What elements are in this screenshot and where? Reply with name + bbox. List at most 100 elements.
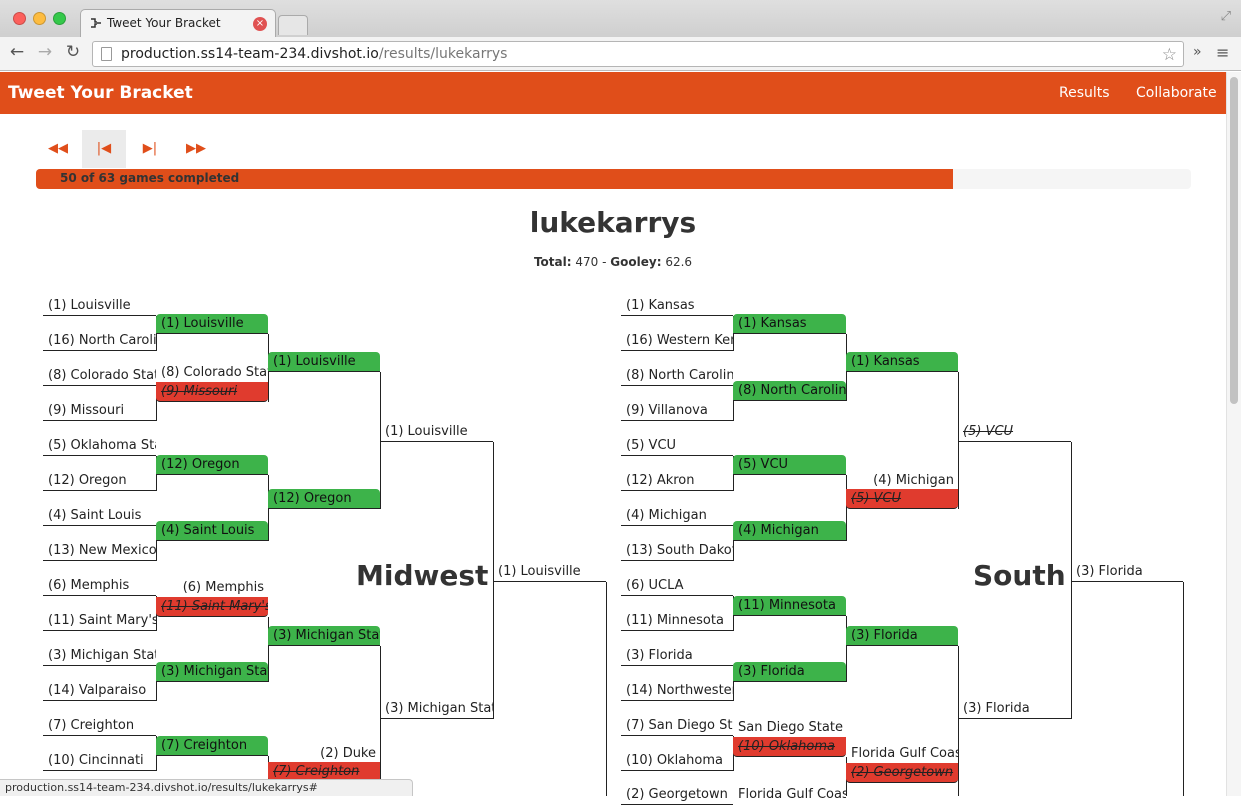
regional-champion[interactable]: (1) Louisville <box>493 562 606 582</box>
actual-winner: Florida Gulf Coast <box>851 746 958 761</box>
pick-correct[interactable]: (5) VCU <box>733 455 846 475</box>
new-tab-button[interactable] <box>278 15 308 35</box>
team-slot[interactable]: (14) Northwestern State <box>621 681 733 701</box>
pick-correct[interactable]: (1) Louisville <box>268 352 380 372</box>
team-slot[interactable]: (6) Memphis <box>43 576 156 596</box>
games-progress-bar: 50 of 63 games completed <box>36 169 1191 189</box>
team-slot[interactable]: (10) Oklahoma <box>621 751 733 771</box>
previous-game-button[interactable]: |◀ <box>82 130 126 168</box>
pick-correct[interactable]: (3) Florida <box>733 662 846 682</box>
fullscreen-icon[interactable]: ⤢ <box>1221 9 1231 24</box>
actual-winner: (6) Memphis <box>182 580 264 595</box>
team-slot[interactable]: (10) Cincinnati <box>43 751 156 771</box>
team-slot[interactable]: (4) Saint Louis <box>43 506 156 526</box>
team-slot[interactable]: (12) Akron <box>621 471 733 491</box>
browser-toolbar: ← → ↻ production.ss14-team-234.divshot.i… <box>0 37 1241 71</box>
team-slot[interactable]: (5) VCU <box>621 436 733 456</box>
pick-correct[interactable]: (3) Michigan State <box>156 662 268 682</box>
total-score: 470 <box>575 255 599 269</box>
team-slot[interactable]: (11) Saint Mary's <box>43 611 156 631</box>
page-scrollbar[interactable] <box>1226 72 1241 796</box>
eliminated-pick[interactable]: (5) VCU <box>958 422 1071 442</box>
team-slot[interactable]: (1) Kansas <box>621 296 733 316</box>
team-slot[interactable]: (1) Louisville <box>380 422 493 442</box>
team-slot[interactable]: (9) Missouri <box>43 401 156 421</box>
next-game-button[interactable]: ▶| <box>128 130 172 168</box>
pick-correct[interactable]: (3) Florida <box>846 626 958 646</box>
team-slot[interactable]: (3) Michigan State <box>380 699 493 719</box>
team-slot[interactable]: (3) Michigan State <box>43 646 156 666</box>
brand-link[interactable]: Tweet Your Bracket <box>8 83 193 103</box>
team-slot[interactable]: (8) Colorado State <box>43 366 156 386</box>
pick-wrong[interactable]: (10) Oklahoma <box>733 737 846 757</box>
regional-champion[interactable]: (3) Florida <box>1071 562 1183 582</box>
team-slot[interactable]: (4) Michigan <box>621 506 733 526</box>
pick-correct[interactable]: (7) Creighton <box>156 736 268 756</box>
actual-winner: (2) Duke <box>320 746 376 761</box>
page-icon <box>101 47 112 61</box>
team-slot[interactable]: (16) Western Kentucky <box>621 331 733 351</box>
team-slot[interactable]: (1) Louisville <box>43 296 156 316</box>
bracket-username: lukekarrys <box>529 206 697 239</box>
back-icon[interactable]: ← <box>6 42 28 62</box>
pick-wrong[interactable]: (2) Georgetown <box>846 763 958 783</box>
pick-wrong[interactable]: (5) VCU <box>846 489 958 509</box>
url-path: /results/lukekarrys <box>378 46 508 62</box>
team-slot[interactable]: (13) South Dakota State <box>621 541 733 561</box>
pick-correct[interactable]: (1) Kansas <box>733 314 846 334</box>
bookmark-star-icon[interactable]: ☆ <box>1162 43 1177 67</box>
nav-results-link[interactable]: Results <box>1059 85 1110 101</box>
team-slot[interactable]: (12) Oregon <box>43 471 156 491</box>
region-title-midwest: Midwest <box>356 559 489 592</box>
pick-wrong[interactable]: (9) Missouri <box>156 382 268 402</box>
pick-correct[interactable]: (3) Michigan State <box>268 626 380 646</box>
forward-icon[interactable]: → <box>34 42 56 62</box>
close-tab-icon[interactable]: × <box>253 17 267 31</box>
pick-correct[interactable]: (11) Minnesota <box>733 596 846 616</box>
nav-collaborate-link[interactable]: Collaborate <box>1136 85 1217 101</box>
actual-winner: (8) Colorado State <box>161 365 268 380</box>
team-slot[interactable]: (14) Valparaiso <box>43 681 156 701</box>
last-icon: ▶▶ <box>186 141 206 156</box>
team-slot[interactable]: (6) UCLA <box>621 576 733 596</box>
reload-icon[interactable]: ↻ <box>62 42 84 62</box>
pick-correct[interactable]: (12) Oregon <box>156 455 268 475</box>
pick-wrong[interactable]: (11) Saint Mary's <box>156 597 268 617</box>
pick-correct[interactable]: (4) Saint Louis <box>156 521 268 541</box>
pick-correct[interactable]: (4) Michigan <box>733 521 846 541</box>
pick-correct[interactable]: (12) Oregon <box>268 489 380 509</box>
extensions-chevron-icon[interactable]: » <box>1193 44 1202 60</box>
url-host: production.ss14-team-234.divshot.io <box>121 46 379 62</box>
first-game-button[interactable]: ◀◀ <box>36 130 80 168</box>
team-slot[interactable]: (5) Oklahoma State <box>43 436 156 456</box>
team-slot[interactable]: (13) New Mexico State <box>43 541 156 561</box>
team-slot[interactable]: (2) Georgetown <box>621 785 733 805</box>
browser-menu-icon[interactable]: ≡ <box>1216 43 1229 62</box>
team-slot[interactable]: (7) San Diego State <box>621 716 733 736</box>
last-game-button[interactable]: ▶▶ <box>174 130 218 168</box>
team-slot[interactable]: (3) Florida <box>621 646 733 666</box>
browser-tab[interactable]: Tweet Your Bracket × <box>80 9 276 37</box>
team-slot[interactable]: (7) Creighton <box>43 716 156 736</box>
pick-correct[interactable]: (1) Kansas <box>846 352 958 372</box>
team-slot[interactable]: (11) Minnesota <box>621 611 733 631</box>
address-bar[interactable]: production.ss14-team-234.divshot.io/resu… <box>92 41 1184 67</box>
zoom-window-button[interactable] <box>53 12 66 25</box>
gooley-label: Gooley: <box>610 255 662 269</box>
score-separator: - <box>602 255 607 269</box>
pick-correct[interactable]: (8) North Carolina <box>733 381 846 401</box>
team-slot[interactable]: (8) North Carolina <box>621 366 733 386</box>
team-slot[interactable]: (16) North Carolina A&T <box>43 331 156 351</box>
first-icon: ◀◀ <box>48 141 68 156</box>
close-window-button[interactable] <box>13 12 26 25</box>
scrollbar-thumb[interactable] <box>1230 77 1238 404</box>
browser-tab-bar: Tweet Your Bracket × ⤢ <box>0 0 1241 37</box>
actual-winner: (4) Michigan <box>873 473 954 488</box>
team-slot[interactable]: (3) Florida <box>958 699 1071 719</box>
pick-correct[interactable]: (1) Louisville <box>156 314 268 334</box>
app-navbar: Tweet Your Bracket Results Collaborate <box>0 72 1226 114</box>
next-icon: ▶| <box>142 141 158 156</box>
team-slot[interactable]: (9) Villanova <box>621 401 733 421</box>
minimize-window-button[interactable] <box>33 12 46 25</box>
status-bar-url: production.ss14-team-234.divshot.io/resu… <box>0 779 413 796</box>
